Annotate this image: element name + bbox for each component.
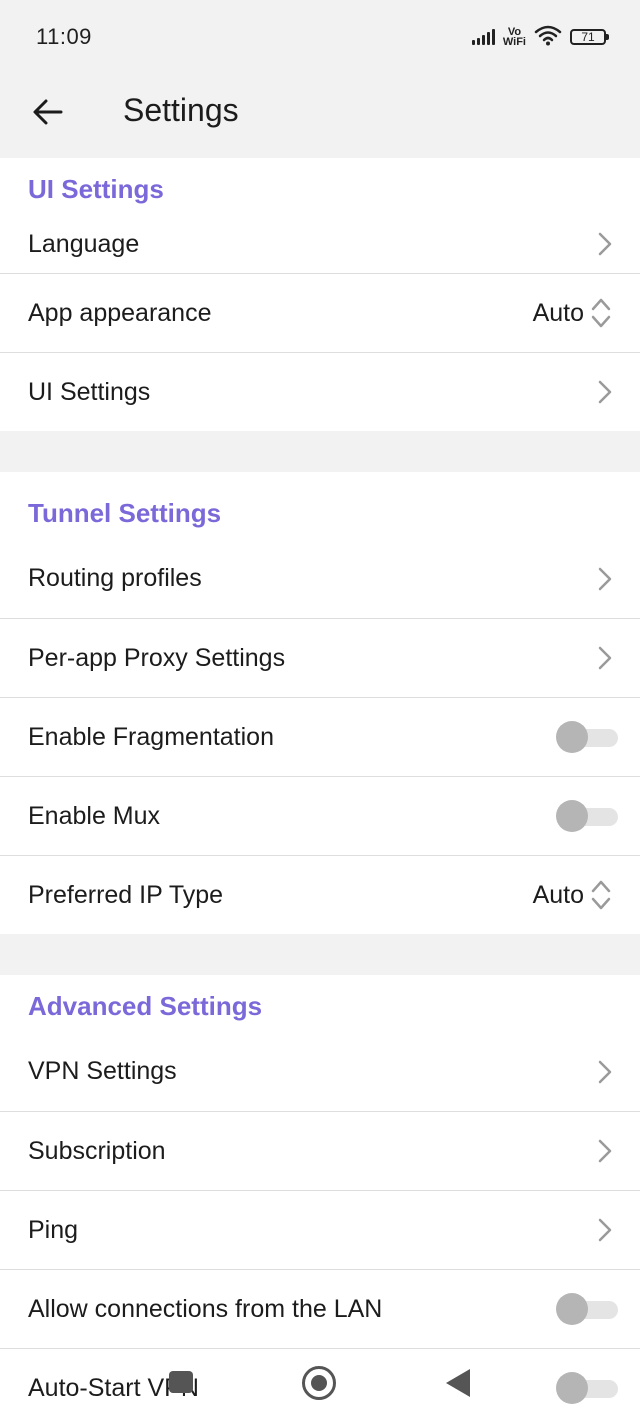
row-enable-mux: Enable Mux bbox=[0, 776, 640, 855]
section-advanced-settings: Advanced Settings VPN Settings Subscript… bbox=[0, 975, 640, 1422]
system-nav-bar bbox=[0, 1366, 640, 1422]
recents-icon[interactable] bbox=[169, 1371, 193, 1393]
row-routing-profiles[interactable]: Routing profiles bbox=[0, 539, 640, 618]
vowifi-icon-bottom: WiFi bbox=[502, 36, 526, 48]
row-right: Auto bbox=[533, 296, 612, 330]
row-label: Allow connections from the LAN bbox=[28, 1294, 383, 1323]
battery-icon: 71 bbox=[570, 29, 609, 45]
chevron-right-icon bbox=[598, 232, 612, 256]
row-value: Auto bbox=[532, 298, 584, 327]
fragmentation-toggle[interactable] bbox=[556, 720, 618, 754]
status-icons: Vo WiFi 71 bbox=[471, 22, 609, 52]
row-ping[interactable]: Ping bbox=[0, 1190, 640, 1269]
row-label: Enable Fragmentation bbox=[28, 722, 274, 751]
row-label: Per-app Proxy Settings bbox=[28, 643, 286, 672]
row-preferred-ip-type[interactable]: Preferred IP Type Auto bbox=[0, 855, 640, 934]
row-per-app-proxy[interactable]: Per-app Proxy Settings bbox=[0, 618, 640, 697]
battery-level: 71 bbox=[581, 30, 595, 44]
section-ui-settings: UI Settings Language App appearance Auto… bbox=[0, 158, 640, 431]
back-button[interactable] bbox=[24, 90, 72, 138]
chevron-right-icon bbox=[598, 1060, 612, 1084]
chevron-up-down-icon bbox=[590, 878, 612, 912]
row-label: Enable Mux bbox=[28, 801, 161, 830]
settings-screen: 11:09 Vo WiFi 71 Settings UI Settings La… bbox=[0, 0, 640, 1422]
section-header: Advanced Settings bbox=[28, 991, 263, 1021]
mux-toggle[interactable] bbox=[556, 799, 618, 833]
row-language[interactable]: Language bbox=[0, 215, 640, 273]
row-label: Ping bbox=[28, 1215, 79, 1244]
row-label: Language bbox=[28, 229, 140, 258]
row-label: VPN Settings bbox=[28, 1057, 177, 1085]
row-value: Auto bbox=[532, 880, 584, 909]
section-divider bbox=[0, 431, 640, 472]
section-header: UI Settings bbox=[28, 174, 164, 204]
status-time: 11:09 bbox=[36, 24, 92, 49]
arrow-left-icon bbox=[33, 99, 63, 130]
chevron-right-icon bbox=[598, 1139, 612, 1163]
chevron-right-icon bbox=[598, 567, 612, 591]
chevron-right-icon bbox=[598, 380, 612, 404]
status-bar: 11:09 Vo WiFi 71 bbox=[0, 0, 640, 76]
row-label: Subscription bbox=[28, 1136, 166, 1165]
row-enable-fragmentation: Enable Fragmentation bbox=[0, 697, 640, 776]
back-triangle-icon[interactable] bbox=[446, 1369, 470, 1397]
row-label: Routing profiles bbox=[28, 564, 202, 592]
row-label: App appearance bbox=[28, 298, 212, 327]
section-header: Tunnel Settings bbox=[28, 498, 222, 528]
vowifi-icon: Vo WiFi bbox=[502, 27, 526, 48]
chevron-right-icon bbox=[598, 646, 612, 670]
app-bar: Settings bbox=[0, 76, 640, 158]
row-allow-lan: Allow connections from the LAN bbox=[0, 1269, 640, 1348]
signal-icon bbox=[471, 29, 495, 45]
chevron-up-down-icon bbox=[590, 296, 612, 330]
section-tunnel-settings: Tunnel Settings Routing profiles Per-app… bbox=[0, 472, 640, 934]
row-ui-settings[interactable]: UI Settings bbox=[0, 352, 640, 431]
row-subscription[interactable]: Subscription bbox=[0, 1111, 640, 1190]
row-app-appearance[interactable]: App appearance Auto bbox=[0, 273, 640, 352]
toggle-thumb bbox=[556, 1293, 588, 1325]
section-divider bbox=[0, 934, 640, 975]
row-label: Preferred IP Type bbox=[28, 880, 224, 909]
toggle-thumb bbox=[556, 800, 588, 832]
allow-lan-toggle[interactable] bbox=[556, 1292, 618, 1326]
row-vpn-settings[interactable]: VPN Settings bbox=[0, 1032, 640, 1111]
home-icon[interactable] bbox=[302, 1366, 336, 1400]
row-label: UI Settings bbox=[28, 377, 151, 406]
page-title: Settings bbox=[123, 92, 239, 128]
wifi-icon bbox=[534, 24, 562, 51]
settings-list: UI Settings Language App appearance Auto… bbox=[0, 158, 640, 1422]
toggle-thumb bbox=[556, 721, 588, 753]
chevron-right-icon bbox=[598, 1218, 612, 1242]
row-right: Auto bbox=[533, 878, 612, 912]
